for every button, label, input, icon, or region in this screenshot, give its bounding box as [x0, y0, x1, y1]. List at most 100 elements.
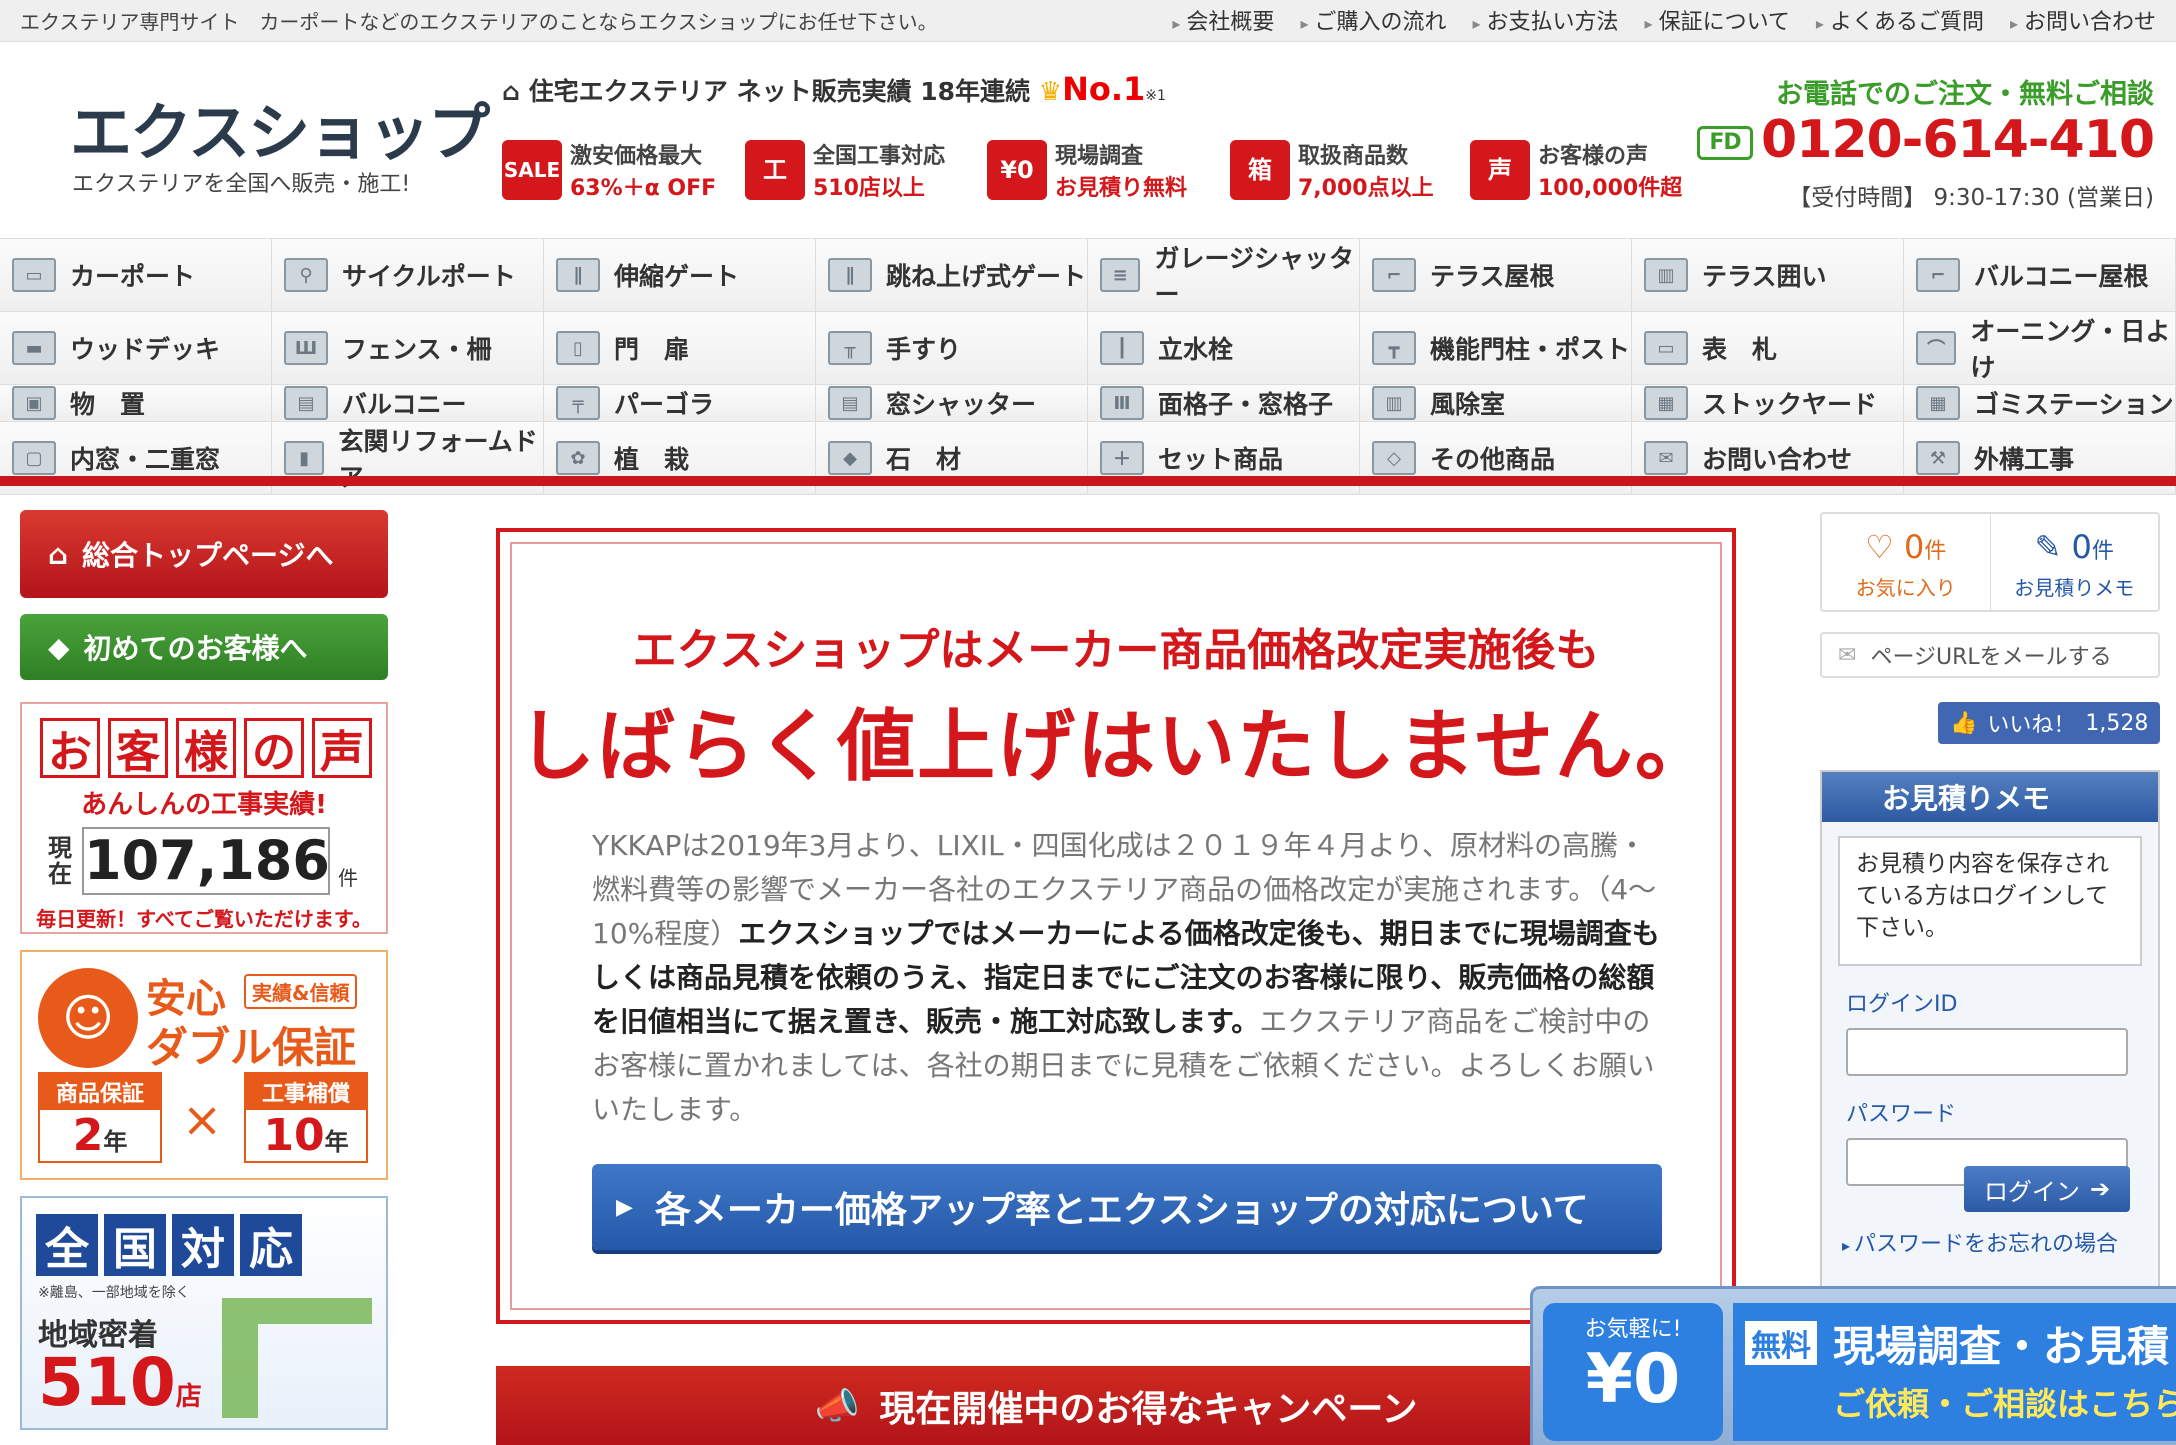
nav-item-stock-yard[interactable]: ▦ ストックヤード	[1632, 385, 1904, 422]
link-contact[interactable]: お問い合わせ	[2010, 4, 2156, 36]
like-count: 1,528	[2085, 710, 2149, 736]
top-page-button[interactable]: ⌂ 総合トップページへ	[20, 510, 388, 598]
balcony-roof-icon: ⌐	[1916, 258, 1960, 292]
phone-number[interactable]: FD 0120-614-410	[1697, 110, 2155, 170]
nav-item-awning[interactable]: ⌒ オーニング・日よけ	[1904, 312, 2176, 385]
notice-body: YKKAPは2019年3月より、LIXIL・四国化成は２０１９年４月より、原材料…	[592, 829, 1660, 1126]
nav-item-balcony-roof[interactable]: ⌐ バルコニー屋根	[1904, 239, 2176, 312]
yen-icon: ¥0	[987, 140, 1047, 200]
post-icon: ┳	[1372, 331, 1416, 365]
mail-url-button[interactable]: ✉ ページURLをメールする	[1820, 632, 2160, 678]
smile-heart-icon: ☺	[38, 968, 138, 1068]
category-nav: ▭ カーポート ⚲ サイクルポート ∥ 伸縮ゲート ∥ 跳ね上げ式ゲート ≡ ガレージシャ…	[0, 238, 2176, 495]
double-guarantee-banner[interactable]: ☺ 安心 実績&信頼 ダブル保証 商品保証 2年 × 工事補償 10年	[20, 950, 388, 1180]
nav-item-window-grille[interactable]: Ⅲ 面格子・窓格子	[1088, 385, 1360, 422]
nav-item-nameplate[interactable]: ▭ 表 札	[1632, 312, 1904, 385]
pergola-icon: ╤	[556, 386, 600, 420]
balcony-icon: ▤	[284, 386, 328, 420]
megaphone-icon: 📣	[814, 1385, 860, 1427]
nav-item-flip-gate[interactable]: ∥ 跳ね上げ式ゲート	[816, 239, 1088, 312]
favorites-link[interactable]: ♡ 0件 お気に入り	[1822, 514, 1990, 610]
site-logo[interactable]: エクスショップ	[70, 82, 490, 172]
feature-sale: SALE 激安価格最大 63%＋α OFF	[502, 138, 716, 202]
enclosure-icon: ▥	[1644, 258, 1688, 292]
call-title: お電話でのご注文・無料ご相談	[1776, 79, 2154, 110]
forgot-password-link[interactable]: パスワードをお忘れの場合	[1842, 1226, 2118, 1258]
nav-item-storage[interactable]: ▣ 物 置	[0, 385, 272, 422]
notice-heading: エクスショップはメーカー商品価格改定実施後も	[632, 625, 1600, 676]
estimate-memo-link[interactable]: ✎ 0件 お見積りメモ	[1989, 514, 2159, 610]
awning-icon: ⌒	[1916, 331, 1957, 365]
grille-icon: Ⅲ	[1100, 386, 1144, 420]
door-icon: ▮	[284, 441, 325, 475]
top-bar: エクステリア専門サイト カーポートなどのエクステリアのことならエクスショップにお…	[0, 0, 2176, 42]
login-hint: お見積り内容を保存されている方はログインして下さい。	[1838, 836, 2142, 966]
bicycle-icon: ⚲	[284, 258, 328, 292]
sale-icon: SALE	[502, 140, 562, 200]
nav-item-cycleport[interactable]: ⚲ サイクルポート	[272, 239, 544, 312]
link-payment[interactable]: お支払い方法	[1472, 4, 1619, 36]
nav-item-pergola[interactable]: ╤ パーゴラ	[544, 385, 816, 422]
nameplate-icon: ▭	[1644, 331, 1688, 365]
nav-item-carport[interactable]: ▭ カーポート	[0, 239, 272, 312]
memo-icon: ✎	[2034, 528, 2062, 566]
terrace-icon: ⌐	[1372, 258, 1416, 292]
memo-header: お見積りメモ	[1822, 772, 2158, 822]
windbreak-icon: ▥	[1372, 386, 1416, 420]
set-icon: ＋	[1100, 441, 1144, 475]
nav-item-fence[interactable]: Ш フェンス・柵	[272, 312, 544, 385]
other-icon: ◇	[1372, 441, 1416, 475]
japan-map-icon	[222, 1298, 372, 1418]
product-warranty: 商品保証 2年	[38, 1072, 162, 1163]
feature-construction: 工 全国工事対応 510店以上	[745, 138, 945, 202]
crown-icon: ♛	[1038, 77, 1063, 107]
door-gate-icon: ▯	[556, 331, 600, 365]
arrow-circle-icon: ➔	[2089, 1175, 2111, 1203]
nav-item-window-shutter[interactable]: ▤ 窓シャッター	[816, 385, 1088, 422]
link-warranty[interactable]: 保証について	[1645, 4, 1790, 36]
house-icon: ⌂	[502, 77, 529, 106]
nav-item-handrail[interactable]: ╥ 手すり	[816, 312, 1088, 385]
link-company[interactable]: 会社概要	[1172, 4, 1274, 36]
shutter-icon: ≡	[1100, 258, 1141, 292]
notice-headline: しばらく値上げはいたしません。	[517, 701, 1715, 792]
heart-icon: ♡	[1865, 528, 1894, 566]
logo-subtitle: エクステリアを全国へ販売・施工!	[72, 172, 411, 197]
nav-item-gate-door[interactable]: ▯ 門 扉	[544, 312, 816, 385]
nav-divider	[0, 476, 2176, 486]
feature-free-estimate: ¥0 現場調査 お見積り無料	[987, 138, 1187, 202]
nav-item-garage-shutter[interactable]: ≡ ガレージシャッター	[1088, 239, 1360, 312]
price-increase-info-button[interactable]: ▶ 各メーカー価格アップ率とエクスショップの対応について	[592, 1164, 1662, 1250]
login-id-input[interactable]	[1846, 1028, 2128, 1076]
customer-voice-banner[interactable]: お 客 様 の 声 あんしんの工事実績! 現在 107,186 件 毎日更新！す…	[20, 702, 388, 934]
nav-item-faucet[interactable]: ┃ 立水栓	[1088, 312, 1360, 385]
envelope-icon: ✉	[1644, 441, 1688, 475]
nationwide-banner[interactable]: 全 国 対 応 ※離島、一部地域を除く 地域密着 510店	[20, 1196, 388, 1430]
link-purchase-flow[interactable]: ご購入の流れ	[1300, 4, 1446, 36]
nav-item-expand-gate[interactable]: ∥ 伸縮ゲート	[544, 239, 816, 312]
garbage-icon: ▦	[1916, 386, 1960, 420]
first-time-button[interactable]: ◆ 初めてのお客様へ	[20, 614, 388, 680]
construction-icon: 工	[745, 140, 805, 200]
login-button[interactable]: ログイン ➔	[1964, 1166, 2130, 1212]
nav-item-gate-post[interactable]: ┳ 機能門柱・ポスト	[1360, 312, 1632, 385]
work-icon: ⚒	[1916, 441, 1960, 475]
favorites-box: ♡ 0件 お気に入り ✎ 0件 お見積りメモ	[1820, 512, 2160, 612]
nav-item-garbage-station[interactable]: ▦ ゴミステーション	[1904, 385, 2176, 422]
nav-item-terrace-roof[interactable]: ⌐ テラス屋根	[1360, 239, 1632, 312]
login-id-label: ログインID	[1846, 992, 1958, 1017]
site-tagline: エクステリア専門サイト カーポートなどのエクステリアのことならエクスショップにお…	[20, 10, 938, 34]
facebook-like-button[interactable]: 👍 いいね！ 1,528	[1938, 702, 2160, 744]
free-estimate-float-banner[interactable]: お気軽に! ¥0 無料 現場調査・お見積り ご依頼・ご相談はこちら	[1530, 1286, 2176, 1445]
feature-reviews: 声 お客様の声 100,000件超	[1470, 138, 1682, 202]
business-hours: 【受付時間】 9:30-17:30 (営業日)	[1788, 185, 2154, 211]
link-faq[interactable]: よくあるご質問	[1816, 4, 1984, 36]
thumbs-up-icon: 👍	[1950, 710, 1978, 736]
nav-item-terrace-enclosure[interactable]: ▥ テラス囲い	[1632, 239, 1904, 312]
nav-item-windbreak-room[interactable]: ▥ 風除室	[1360, 385, 1632, 422]
stone-icon: ◆	[828, 441, 872, 475]
yen-zero-badge: お気軽に! ¥0	[1543, 1303, 1723, 1441]
nav-item-balcony[interactable]: ▤ バルコニー	[272, 385, 544, 422]
stockyard-icon: ▦	[1644, 386, 1688, 420]
nav-item-wood-deck[interactable]: ▬ ウッドデッキ	[0, 312, 272, 385]
